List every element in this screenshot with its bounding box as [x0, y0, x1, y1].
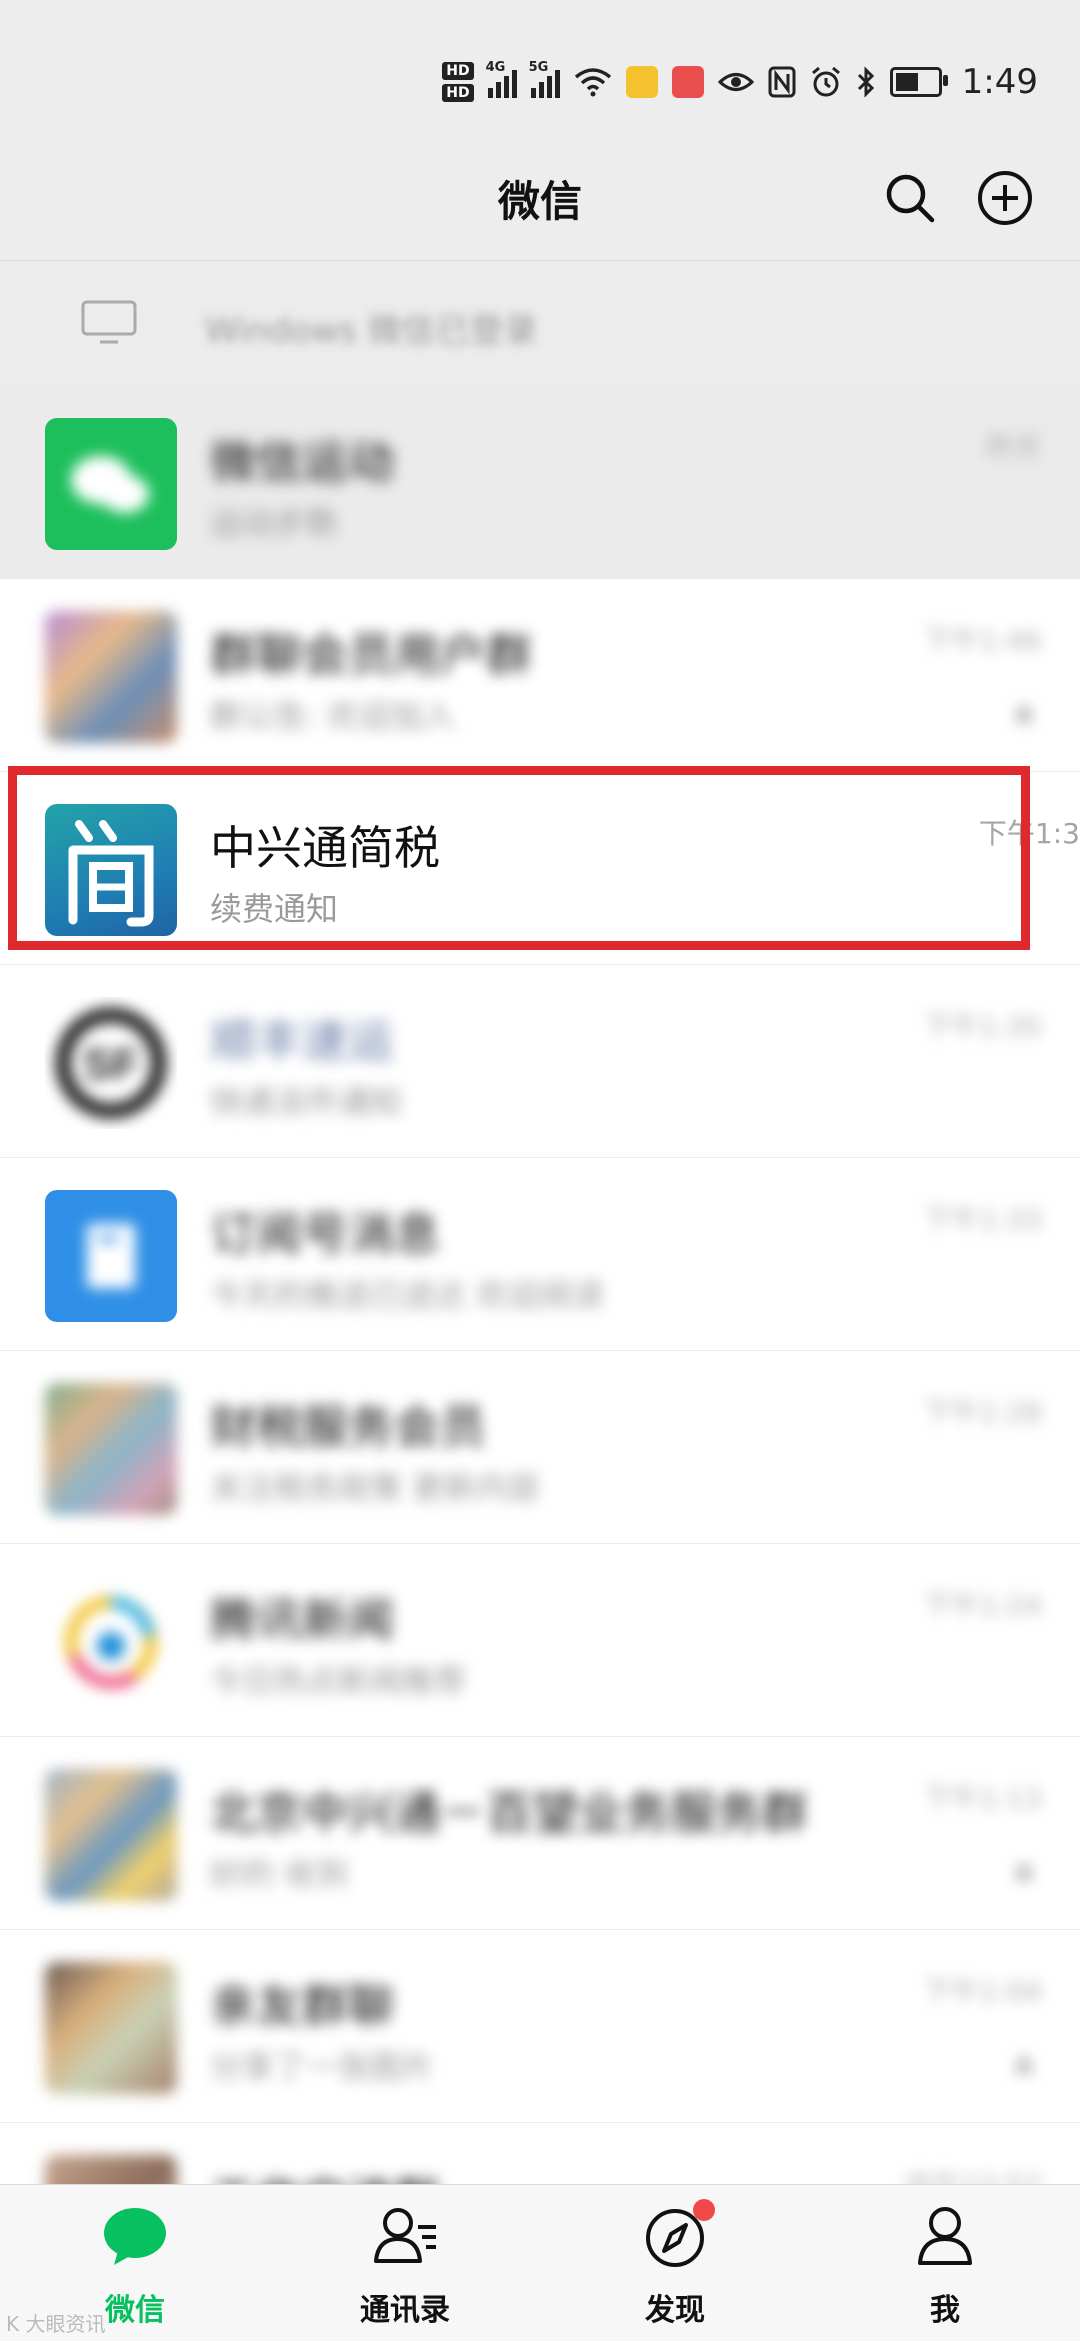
chat-row[interactable]: 亲友群聊 分享了一张图片 下午1:04: [0, 1930, 1080, 2123]
monitor-icon: [81, 300, 137, 344]
avatar: [45, 611, 177, 743]
search-icon[interactable]: [880, 168, 940, 228]
contacts-icon: [374, 2208, 436, 2263]
status-bar: HD HD 4G 5G 1:49: [0, 0, 1080, 150]
chat-time: 下午1:28: [923, 1396, 1042, 1429]
chat-row-zxt-jianshui[interactable]: 中兴通简税 续费通知 下午1:3: [0, 772, 1080, 965]
app-notification-icon: [625, 66, 658, 98]
tab-label: 通讯录: [360, 2293, 450, 2328]
mute-icon: [1014, 1863, 1034, 1881]
chat-time: 下午1:04: [923, 1975, 1042, 2008]
avatar: [45, 1962, 177, 2094]
chat-name: 订阅号消息: [210, 1207, 440, 1261]
tab-label: 发现: [645, 2293, 705, 2328]
chat-name: 北京中兴通－百望业务服务群: [210, 1786, 808, 1840]
avatar: [45, 804, 177, 936]
chat-preview: 今天的推送已送达 欢迎阅读: [210, 1276, 605, 1314]
chat-preview: 续费通知: [210, 890, 339, 928]
app-notification-icon: [671, 66, 704, 98]
nfc-icon: [768, 66, 796, 98]
windows-login-text: Windows 微信已登录: [205, 311, 538, 351]
tencent-news-icon: [65, 1596, 157, 1689]
avatar: [45, 1576, 177, 1708]
chat-preview: 运动步数: [210, 504, 339, 542]
title-bar: 微信: [0, 150, 1080, 260]
subscription-icon: [87, 1224, 135, 1288]
chat-name: 财税服务会员: [210, 1400, 486, 1454]
clock: 1:49: [961, 62, 1038, 102]
chat-preview: 好的 收到: [210, 1855, 349, 1893]
notification-dot: [693, 2199, 715, 2221]
chat-name: 微信运动: [210, 435, 394, 489]
chat-time: 下午1:24: [923, 1589, 1042, 1622]
chat-row[interactable]: 群聊会员用户群 群公告: 欢迎加入 下午1:46: [0, 579, 1080, 772]
avatar: [45, 1190, 177, 1322]
tab-contacts[interactable]: 通讯录: [270, 2185, 540, 2341]
chat-row[interactable]: 北京中兴通－百望业务服务群 好的 收到 下午1:13: [0, 1737, 1080, 1930]
mute-icon: [1014, 2056, 1034, 2074]
chat-name: 腾讯新闻: [210, 1593, 394, 1647]
chat-preview: 关注税务政策 更新内容: [210, 1469, 541, 1507]
chat-preview: 今日热点新闻推荐: [210, 1662, 467, 1700]
me-icon: [918, 2207, 972, 2265]
chat-preview: 分享了一张图片: [210, 2048, 435, 2086]
chat-time: 昨天: [985, 431, 1042, 464]
avatar: [45, 1769, 177, 1901]
chat-name: 群聊会员用户群: [210, 628, 532, 682]
signal-icon: 5G: [529, 60, 560, 98]
chat-icon: [104, 2208, 166, 2265]
bluetooth-icon: [857, 66, 874, 98]
chat-time: 下午1:3: [978, 817, 1080, 850]
chat-time: 下午1:46: [923, 624, 1042, 657]
watermark: K 大眼资讯: [6, 2312, 106, 2336]
chat-list: 微信运动 运动步数 昨天 群聊会员用户群 群公告: 欢迎加入 下午1:46 中兴…: [0, 386, 1080, 2316]
signal-icon: 4G: [486, 60, 517, 98]
avatar: [45, 1383, 177, 1515]
chat-row[interactable]: 微信运动 运动步数 昨天: [0, 386, 1080, 579]
chat-time: 下午1:33: [923, 1203, 1042, 1236]
windows-login-bar[interactable]: Windows 微信已登录: [0, 260, 1080, 387]
chat-preview: 群公告: 欢迎加入: [210, 697, 455, 735]
mute-icon: [1014, 705, 1034, 723]
alarm-icon: [811, 66, 840, 97]
chat-time: 下午1:35: [923, 1010, 1042, 1043]
add-icon[interactable]: [975, 168, 1035, 228]
chat-name: 中兴通简税: [210, 821, 440, 875]
svg-text:SF: SF: [83, 1040, 139, 1089]
jianshui-logo-icon: [68, 820, 154, 927]
sf-logo-icon: SF: [55, 1007, 167, 1119]
chat-preview: 快递派件通知: [210, 1083, 403, 1121]
chat-row[interactable]: 腾讯新闻 今日热点新闻推荐 下午1:24: [0, 1544, 1080, 1737]
chat-name: 顺丰速运: [210, 1014, 394, 1068]
avatar: [45, 418, 177, 550]
battery-icon: [889, 67, 948, 97]
chat-name: 亲友群聊: [210, 1979, 394, 2033]
tab-discover[interactable]: 发现: [540, 2185, 810, 2341]
hd-indicator: HD HD: [442, 62, 474, 102]
wechat-logo-icon: [71, 456, 149, 513]
chat-row[interactable]: 订阅号消息 今天的推送已送达 欢迎阅读 下午1:33: [0, 1158, 1080, 1351]
wifi-icon: [574, 68, 611, 97]
avatar: SF: [45, 997, 177, 1129]
chat-row[interactable]: SF 顺丰速运 快递派件通知 下午1:35: [0, 965, 1080, 1158]
tab-me[interactable]: 我: [810, 2185, 1080, 2341]
bottom-tab-bar: 微信 通讯录 发现 我 K 大眼资讯: [0, 2184, 1080, 2341]
chat-time: 下午1:13: [923, 1782, 1042, 1815]
chat-row[interactable]: 财税服务会员 关注税务政策 更新内容 下午1:28: [0, 1351, 1080, 1544]
tab-label: 我: [930, 2293, 960, 2328]
eye-icon: [717, 73, 754, 91]
